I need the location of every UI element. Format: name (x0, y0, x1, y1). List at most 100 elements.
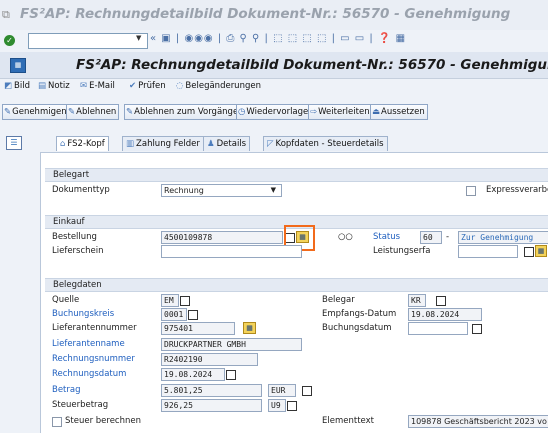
buchungskreis-label: Buchungskreis (52, 309, 115, 319)
email-button[interactable]: ✉ E-Mail (80, 81, 115, 91)
forward-icon: ⇨ (310, 107, 318, 117)
steuerbetrag-field[interactable]: 926,25 (161, 399, 262, 412)
rechnungsdatum-calendar-icon[interactable] (226, 370, 236, 380)
genehmigen-button[interactable]: ✎Genehmigen (2, 104, 70, 120)
tab-kopfdaten-steuerdetails[interactable]: ◸ Kopfdaten - Steuerdetails (263, 136, 388, 151)
tab-details-icon: ♟ (207, 139, 215, 149)
bild-button[interactable]: ◩ Bild (4, 81, 30, 91)
tab-strip: ☰ ⌂ FS2-Kopf ▥ Zahlung Felder ♟ Details ◸ Ko… (0, 134, 548, 152)
window-title-bar: ⧉ FS²AP: Rechnungdetailbild Dokument-Nr.… (0, 0, 548, 30)
resubmit-icon: ◷ (238, 107, 246, 117)
tab-details[interactable]: ♟ Details (203, 136, 251, 151)
rechnungsnummer-field[interactable]: R2402190 (161, 353, 258, 366)
notiz-button[interactable]: ▤ Notiz (38, 81, 70, 91)
chevron-down-icon[interactable]: ▼ (271, 185, 276, 196)
window-menu-icon[interactable]: ⧉ (2, 8, 10, 22)
empfangs-datum-label: Empfangs-Datum (322, 309, 397, 319)
belegart-field[interactable]: KR (408, 294, 426, 307)
tab-fs2-kopf[interactable]: ⌂ FS2-Kopf (56, 136, 109, 151)
action-button-row: ✎Genehmigen ✎Ablehnen ✎Ablehnen zum Vorg… (0, 104, 548, 120)
lieferschein-label: Lieferschein (52, 246, 104, 256)
rechnungsnummer-label: Rechnungsnummer (52, 354, 135, 364)
elementtext-field[interactable]: 109878 Geschäftsbericht 2023 vo (408, 415, 548, 428)
currency-search-help-icon[interactable] (302, 386, 312, 396)
leistungserfassung-field[interactable] (458, 245, 518, 258)
belegaenderungen-button[interactable]: ◌ Belegänderungen (176, 81, 261, 91)
command-dropdown-icon[interactable]: ▼ (136, 34, 141, 42)
buchungsdatum-calendar-icon[interactable] (472, 324, 482, 334)
bestellung-field[interactable]: 4500109878 (161, 231, 283, 244)
status-separator: - (446, 232, 450, 242)
currency-field[interactable]: EUR (268, 384, 296, 397)
betrag-label: Betrag (52, 385, 81, 395)
elementtext-label: Elementtext (322, 416, 374, 426)
suspend-icon: ⏏ (372, 107, 381, 117)
lieferantenname-field[interactable]: DRUCKPARTNER GMBH (161, 338, 302, 351)
lieferantennummer-field[interactable]: 975401 (161, 322, 235, 335)
application-toolbar: ◩ Bild ▤ Notiz ✉ E-Mail ✔ Prüfen ◌ Belegänder… (0, 79, 548, 96)
rechnungsdatum-field[interactable]: 19.08.2024 (161, 368, 225, 381)
window-title: FS²AP: Rechnungdetailbild Dokument-Nr.: … (20, 6, 511, 22)
tax-code-field[interactable]: U9 (268, 399, 286, 412)
lieferschein-field[interactable] (161, 245, 302, 258)
buchungskreis-field[interactable]: 0001 (161, 308, 187, 321)
leistungserfassung-label: Leistungserfa (373, 246, 431, 256)
lieferantenname-label: Lieferantenname (52, 339, 125, 349)
status-text-field[interactable]: Zur Genehmigung (458, 231, 548, 244)
dokumenttyp-select[interactable]: Rechnung ▼ (161, 184, 282, 197)
leistungserfassung-display-icon[interactable]: ▦ (535, 245, 547, 257)
empfangs-datum-field[interactable]: 19.08.2024 (408, 308, 482, 321)
belegart-label: Belegar (322, 295, 355, 305)
tab-zahlung-felder[interactable]: ▥ Zahlung Felder (122, 136, 204, 151)
status-label: Status (373, 232, 401, 242)
buchungsdatum-label: Buchungsdatum (322, 323, 392, 333)
screen-icon: ▦ (10, 58, 26, 73)
weiterleiten-button[interactable]: ⇨Weiterleiten (308, 104, 373, 120)
approve-icon: ✎ (4, 107, 12, 117)
aussetzen-button[interactable]: ⏏Aussetzen (370, 104, 428, 120)
enter-icon[interactable]: ✓ (4, 35, 15, 46)
bestellung-label: Bestellung (52, 232, 97, 242)
tab-zahlung-icon: ▥ (126, 139, 135, 149)
buchungskreis-search-help-icon[interactable] (188, 310, 198, 320)
quelle-label: Quelle (52, 295, 80, 305)
rechnungsdatum-label: Rechnungsdatum (52, 369, 127, 379)
glasses-icon: ◌ (176, 81, 184, 91)
reject-prev-icon: ✎ (126, 107, 134, 117)
steuer-berechnen-label: Steuer berechnen (65, 416, 141, 426)
leistungserfassung-search-help-icon[interactable] (524, 247, 534, 257)
section-belegdaten: Belegdaten (45, 278, 548, 292)
command-field[interactable] (28, 33, 148, 49)
expressverarbeitung-label: Expressverarbe (486, 185, 548, 195)
status-code-field[interactable]: 60 (420, 231, 442, 244)
reject-icon: ✎ (68, 107, 76, 117)
overview-toggle-icon[interactable]: ☰ (6, 136, 22, 150)
expressverarbeitung-checkbox[interactable] (466, 186, 476, 196)
screen-header: ▦ FS²AP: Rechnungdetailbild Dokument-Nr.… (0, 52, 548, 79)
note-icon: ▤ (38, 81, 47, 91)
image-icon: ◩ (4, 81, 13, 91)
lieferantennummer-label: Lieferantennummer (52, 323, 137, 333)
pruefen-button[interactable]: ✔ Prüfen (129, 81, 166, 91)
steuerbetrag-label: Steuerbetrag (52, 400, 109, 410)
tax-code-search-help-icon[interactable] (287, 401, 297, 411)
belegart-search-help-icon[interactable] (436, 296, 446, 306)
dokumenttyp-label: Dokumenttyp (52, 185, 110, 195)
steuer-berechnen-checkbox[interactable] (52, 417, 62, 427)
ablehnen-button[interactable]: ✎Ablehnen (66, 104, 120, 120)
wiedervorlage-button[interactable]: ◷Wiedervorlage (236, 104, 312, 120)
quelle-search-help-icon[interactable] (180, 296, 190, 306)
system-toolbar: ✓ ▼ « ▣ | ◉◉◉ | ⎙ ⚲ ⚲ | ⬚ ⬚ ⬚ ⬚ | ▭ ▭ | … (0, 30, 548, 52)
betrag-field[interactable]: 5.801,25 (161, 384, 262, 397)
screen-title: FS²AP: Rechnungdetailbild Dokument-Nr.: … (76, 57, 548, 73)
system-toolbar-icons[interactable]: « ▣ | ◉◉◉ | ⎙ ⚲ ⚲ | ⬚ ⬚ ⬚ ⬚ | ▭ ▭ | ❓ ▦ (150, 33, 406, 44)
tab-kopfdaten-icon: ◸ (267, 139, 274, 149)
check-icon: ✔ (129, 81, 137, 91)
ablehnen-zum-vorgaenger-button[interactable]: ✎Ablehnen zum Vorgänger (124, 104, 245, 120)
tab-fs2-kopf-icon: ⌂ (60, 139, 66, 149)
email-icon: ✉ (80, 81, 88, 91)
status-link-icon: ○○ (338, 232, 353, 242)
buchungsdatum-field[interactable] (408, 322, 468, 335)
lieferant-display-icon[interactable]: ▦ (243, 322, 256, 334)
quelle-field[interactable]: EM (161, 294, 179, 307)
